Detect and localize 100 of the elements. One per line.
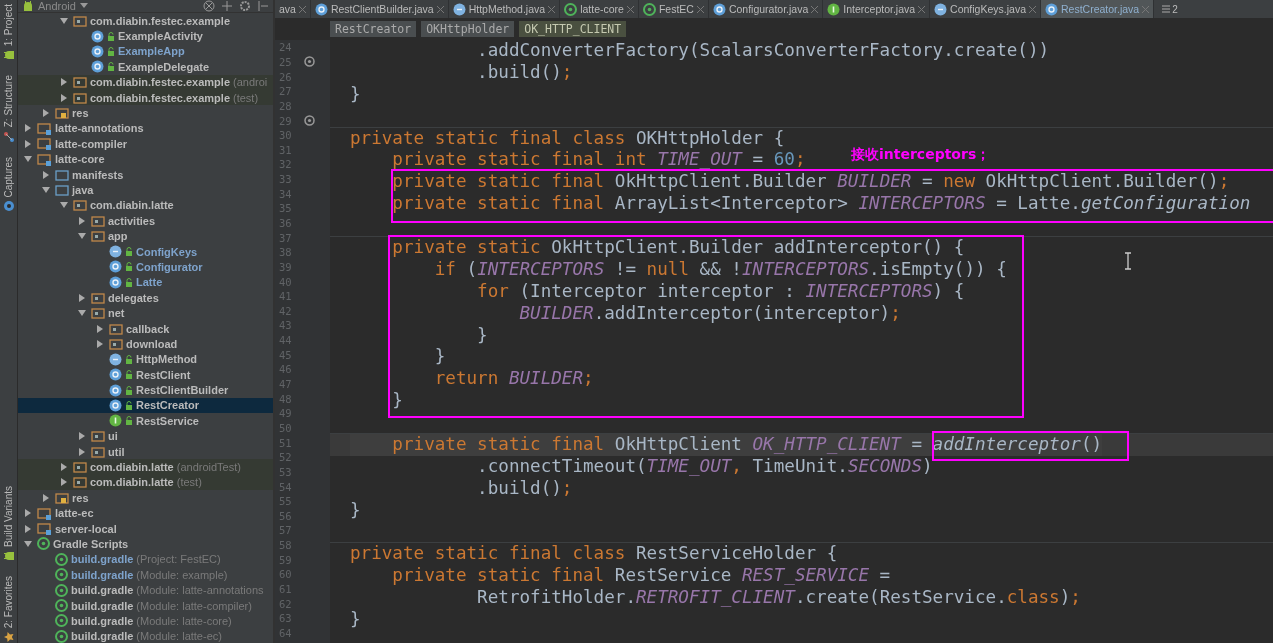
tree-item[interactable]: Configurator xyxy=(18,259,273,275)
triangle-right-icon[interactable] xyxy=(78,432,86,441)
tree-item[interactable]: build.gradle (Module: latte-ec) xyxy=(18,628,273,643)
tree-item[interactable]: latte-ec xyxy=(18,505,273,521)
triangle-right-icon[interactable] xyxy=(24,524,32,533)
triangle-down-icon[interactable] xyxy=(78,232,86,241)
triangle-down-icon[interactable] xyxy=(42,186,50,194)
triangle-down-icon[interactable] xyxy=(78,309,86,318)
tool-window-button[interactable]: Z: Structure xyxy=(2,75,15,143)
tree-item[interactable]: build.gradle (Module: example) xyxy=(18,567,273,583)
tree-item[interactable]: build.gradle (Module: latte-core) xyxy=(18,613,273,629)
close-icon[interactable] xyxy=(626,5,634,13)
tree-item[interactable]: net xyxy=(18,305,273,321)
tree-item[interactable]: ConfigKeys xyxy=(18,243,273,260)
triangle-right-icon[interactable] xyxy=(96,339,104,348)
structure-icon xyxy=(2,130,15,143)
tree-item[interactable]: com.diabin.festec.example xyxy=(18,13,273,29)
lock-icon xyxy=(125,385,133,395)
tree-item-suffix: (test) xyxy=(176,476,202,489)
tree-item[interactable]: Latte xyxy=(18,274,273,291)
tree-item[interactable]: com.diabin.latte xyxy=(18,197,273,214)
triangle-right-icon[interactable] xyxy=(24,139,32,148)
target-icon[interactable] xyxy=(203,0,215,12)
triangle-right-icon[interactable] xyxy=(78,216,86,225)
tree-item[interactable]: download xyxy=(18,336,273,352)
close-icon[interactable] xyxy=(548,5,556,13)
close-icon[interactable] xyxy=(696,5,704,13)
package-icon xyxy=(73,14,87,27)
tool-window-button[interactable]: Build Variants xyxy=(2,485,15,562)
lock-icon xyxy=(125,416,133,426)
tree-item[interactable]: build.gradle (Module: latte-compiler) xyxy=(18,597,273,614)
triangle-right-icon[interactable] xyxy=(60,93,68,102)
breadcrumb[interactable]: RestCreator xyxy=(330,21,417,37)
view-selector[interactable]: Android xyxy=(38,0,76,12)
triangle-right-icon[interactable] xyxy=(42,493,50,502)
close-icon[interactable] xyxy=(1029,5,1036,13)
tree-item-suffix: (Module: latte-compiler) xyxy=(136,599,252,612)
tree-item-suffix: (androidTest) xyxy=(176,461,241,473)
tree-item[interactable]: manifests xyxy=(18,166,273,183)
breadcrumb[interactable]: OK_HTTP_CLIENT xyxy=(519,21,627,37)
tree-item[interactable]: RestClientBuilder xyxy=(18,382,273,398)
tree-item[interactable]: callback xyxy=(18,320,273,337)
tree-item[interactable]: res xyxy=(18,105,273,121)
tool-window-button[interactable]: Captures xyxy=(2,156,15,213)
code-line: } xyxy=(350,83,361,106)
tree-item[interactable]: latte-compiler xyxy=(18,136,273,152)
triangle-right-icon[interactable] xyxy=(42,109,50,118)
close-icon[interactable] xyxy=(436,5,444,13)
triangle-right-icon[interactable] xyxy=(60,463,68,471)
tab-overflow-button[interactable]: 2 xyxy=(1154,0,1178,18)
triangle-down-icon[interactable] xyxy=(60,16,68,25)
tree-item[interactable]: RestClient xyxy=(18,367,273,383)
tree-item[interactable]: ExampleApp xyxy=(18,43,273,60)
breadcrumb[interactable]: OKHttpHolder xyxy=(421,21,515,37)
tree-item[interactable]: delegates xyxy=(18,290,273,306)
triangle-right-icon[interactable] xyxy=(96,324,104,333)
close-icon[interactable] xyxy=(298,5,306,13)
lock-icon xyxy=(125,247,133,257)
gear-icon[interactable] xyxy=(239,0,251,12)
triangle-right-icon[interactable] xyxy=(24,509,32,518)
tree-item[interactable]: ui xyxy=(18,428,273,444)
tree-item-suffix: (Module: example) xyxy=(136,568,228,581)
triangle-right-icon[interactable] xyxy=(24,124,32,133)
triangle-right-icon[interactable] xyxy=(42,170,50,179)
tree-item[interactable]: com.diabin.festec.example (androi xyxy=(18,74,273,90)
tree-item[interactable]: server-local xyxy=(18,520,273,537)
triangle-right-icon[interactable] xyxy=(60,78,68,87)
tree-item[interactable]: RestService xyxy=(18,413,273,429)
enum-icon xyxy=(934,2,948,16)
triangle-right-icon[interactable] xyxy=(78,293,86,302)
close-icon[interactable] xyxy=(918,5,926,13)
tree-item[interactable]: Gradle Scripts xyxy=(18,536,273,552)
tree-item[interactable]: latte-annotations xyxy=(18,120,273,137)
tree-item[interactable]: res xyxy=(18,490,273,506)
close-icon[interactable] xyxy=(811,5,819,13)
code-line: .connectTimeout(TIME_OUT, TimeUnit.SECONDS) xyxy=(476,455,933,478)
tree-item[interactable]: latte-core xyxy=(18,151,273,167)
tree-item[interactable]: app xyxy=(18,228,273,244)
tree-item[interactable]: util xyxy=(18,443,273,460)
tree-item[interactable]: RestCreator xyxy=(18,397,273,414)
tree-item[interactable]: build.gradle (Module: latte-annotations xyxy=(18,582,273,598)
tree-item[interactable]: com.diabin.latte (androidTest) xyxy=(18,459,273,475)
tree-item[interactable]: HttpMethod xyxy=(18,351,273,367)
tree-item[interactable]: ExampleActivity xyxy=(18,28,273,44)
split-arrows-icon[interactable] xyxy=(221,0,233,12)
package-icon xyxy=(91,291,105,304)
tree-item[interactable]: activities xyxy=(18,213,273,229)
code-line: .addConverterFactory(ScalarsConverterFactory.create()) xyxy=(476,40,1050,62)
tool-window-button[interactable]: 2: Favorites xyxy=(2,575,15,643)
tool-window-button[interactable]: 1: Project xyxy=(2,4,15,62)
triangle-down-icon[interactable] xyxy=(60,201,68,210)
triangle-right-icon[interactable] xyxy=(60,478,68,487)
text-cursor-icon xyxy=(1124,252,1132,270)
tree-item[interactable]: ExampleDelegate xyxy=(18,59,273,75)
triangle-down-icon[interactable] xyxy=(24,539,32,548)
editor-tab[interactable]: RestCreator.java xyxy=(1041,0,1155,18)
triangle-right-icon[interactable] xyxy=(78,447,86,456)
tree-item[interactable]: build.gradle (Project: FestEC) xyxy=(18,551,273,568)
tree-item[interactable]: java xyxy=(18,182,273,198)
triangle-down-icon[interactable] xyxy=(24,155,32,164)
